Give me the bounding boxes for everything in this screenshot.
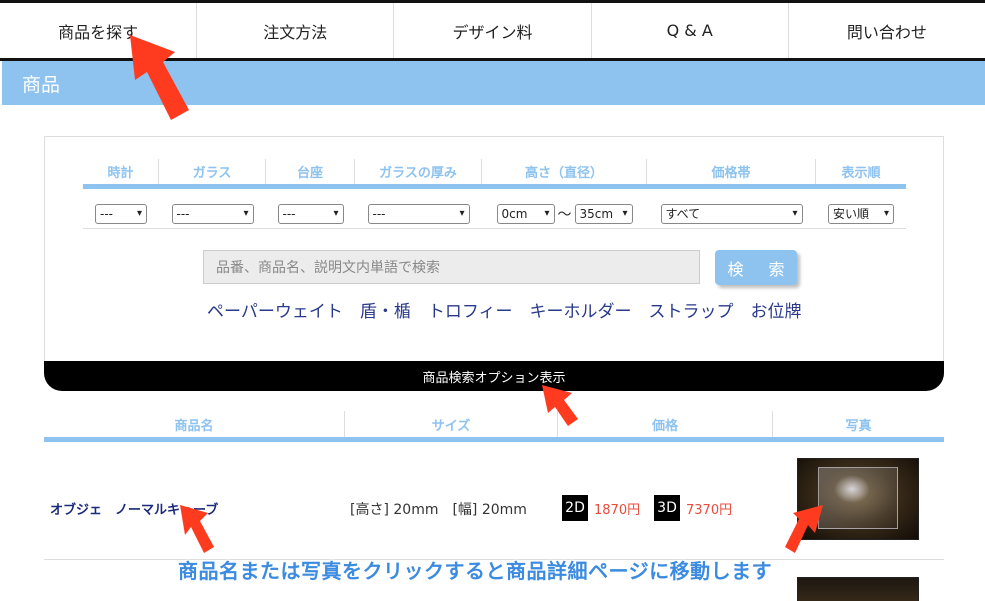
filter-header-thickness: ガラスの厚み [355, 159, 482, 184]
filter-header-glass: ガラス [159, 159, 266, 184]
price-2d-badge: 2D [562, 495, 588, 521]
category-links: ペーパーウェイト 盾・楯 トロフィー キーホルダー ストラップ お位牌 [207, 297, 802, 322]
chevron-down-icon: ▾ [136, 208, 142, 219]
results-header-size: サイズ [345, 411, 558, 437]
glass-select[interactable]: --- ▾ [171, 203, 254, 224]
search-button[interactable]: 検 索 [715, 250, 797, 285]
price-3d-badge: 3D [654, 495, 680, 521]
height-min-select[interactable]: 0cm ▾ [496, 203, 555, 224]
search-options-toggle[interactable]: 商品検索オプション表示 [44, 361, 944, 391]
search-input[interactable]: 品番、商品名、説明文内単語で検索 [203, 250, 700, 284]
chevron-down-icon: ▾ [883, 208, 889, 219]
chevron-down-icon: ▾ [459, 208, 465, 219]
chevron-down-icon: ▾ [333, 208, 339, 219]
annotation-arrow-icon [180, 505, 214, 553]
results-header-photo: 写真 [845, 418, 872, 434]
chevron-down-icon: ▾ [622, 208, 628, 219]
height-range-separator: ～ [557, 206, 572, 223]
watch-select[interactable]: --- ▾ [95, 203, 147, 224]
price-2d: 2D 1870円 [562, 495, 640, 521]
chevron-down-icon: ▾ [544, 208, 550, 219]
sort-select[interactable]: 安い順 ▾ [828, 203, 894, 224]
filter-header-sort: 表示順 [841, 166, 881, 181]
nav-item-design-fee[interactable]: デザイン料 [394, 3, 592, 58]
category-link-keychain[interactable]: キーホルダー [530, 297, 632, 322]
filter-header-price-band: 価格帯 [647, 159, 816, 184]
price-2d-amount: 1870円 [594, 502, 641, 518]
category-link-paperweight[interactable]: ペーパーウェイト [207, 297, 343, 322]
price-band-select[interactable]: すべて ▾ [660, 203, 803, 224]
engraving-image [834, 475, 870, 503]
category-link-shield[interactable]: 盾・楯 [360, 297, 411, 322]
category-link-trophy[interactable]: トロフィー [428, 297, 513, 322]
nav-item-how-to-order[interactable]: 注文方法 [197, 3, 395, 58]
price-3d: 3D 7370円 [654, 495, 732, 521]
nav-item-qa[interactable]: Q & A [592, 3, 789, 58]
annotation-arrow-icon [785, 505, 823, 553]
thickness-select[interactable]: --- ▾ [367, 203, 470, 224]
filter-header-watch: 時計 [83, 159, 159, 184]
annotation-callout: 商品名または写真をクリックすると商品詳細ページに移動します [178, 559, 773, 583]
filter-header: 時計 ガラス 台座 ガラスの厚み 高さ（直径） 価格帯 表示順 [83, 159, 906, 189]
chevron-down-icon: ▾ [792, 208, 798, 219]
category-link-memorial-tablet[interactable]: お位牌 [751, 297, 802, 322]
filter-row: --- ▾ --- ▾ --- ▾ --- ▾ 0cm ▾ ～ 35cm ▾ すべて ▾ 安い… [83, 199, 906, 229]
nav-item-contact[interactable]: 問い合わせ [789, 3, 985, 58]
height-max-select[interactable]: 35cm ▾ [574, 203, 633, 224]
product-size: [高さ] 20mm [幅] 20mm [350, 502, 527, 518]
price-3d-amount: 7370円 [686, 502, 733, 518]
results-header-price: 価格 [558, 411, 773, 437]
results-header-name: 商品名 [44, 411, 345, 437]
results-header: 商品名 サイズ 価格 写真 [44, 411, 944, 442]
annotation-arrow-icon [130, 35, 189, 120]
chevron-down-icon: ▾ [243, 208, 249, 219]
product-photo-next[interactable] [797, 577, 919, 601]
filter-header-base: 台座 [266, 159, 355, 184]
search-panel: 時計 ガラス 台座 ガラスの厚み 高さ（直径） 価格帯 表示順 --- ▾ ---… [44, 136, 944, 376]
base-select[interactable]: --- ▾ [277, 203, 344, 224]
category-link-strap[interactable]: ストラップ [649, 297, 734, 322]
annotation-arrow-icon [542, 385, 578, 426]
filter-header-height: 高さ（直径） [482, 159, 647, 184]
